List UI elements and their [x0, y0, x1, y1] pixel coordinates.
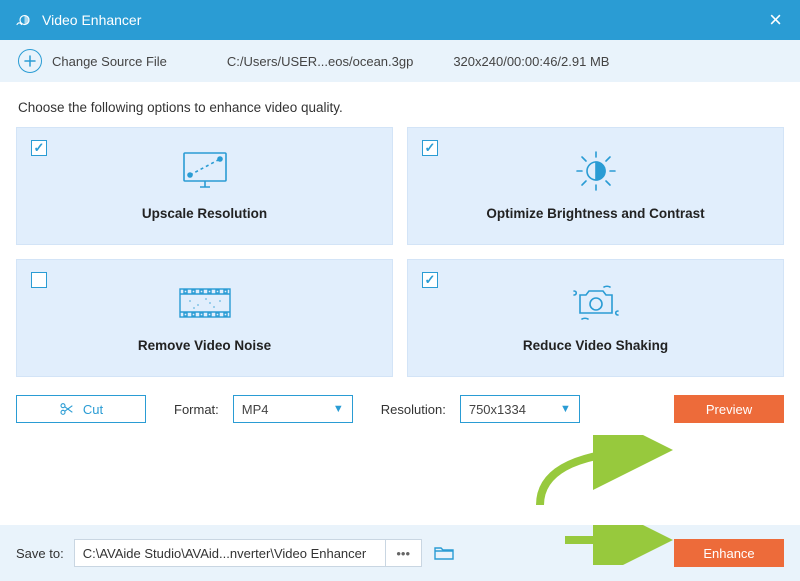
option-label: Optimize Brightness and Contrast: [486, 206, 704, 221]
scissors-icon: [59, 401, 75, 417]
cut-label: Cut: [83, 402, 103, 417]
format-value: MP4: [242, 402, 269, 417]
format-select[interactable]: MP4 ▼: [233, 395, 353, 423]
preview-button[interactable]: Preview: [674, 395, 784, 423]
save-to-label: Save to:: [16, 546, 64, 561]
option-label: Reduce Video Shaking: [523, 338, 668, 353]
resolution-value: 750x1334: [469, 402, 526, 417]
format-label: Format:: [174, 402, 219, 417]
cut-button[interactable]: Cut: [16, 395, 146, 423]
app-icon: [14, 11, 32, 29]
window-title: Video Enhancer: [42, 12, 765, 28]
chevron-down-icon: ▼: [560, 403, 571, 415]
filmstrip-icon: [176, 274, 234, 332]
titlebar: Video Enhancer ×: [0, 0, 800, 40]
save-path: C:\AVAide Studio\AVAid...nverter\Video E…: [75, 546, 385, 561]
checkbox-shaking[interactable]: [422, 272, 438, 288]
add-source-button[interactable]: [18, 49, 42, 73]
save-path-box: C:\AVAide Studio\AVAid...nverter\Video E…: [74, 539, 422, 567]
resolution-label: Resolution:: [381, 402, 446, 417]
option-label: Upscale Resolution: [142, 206, 267, 221]
controls-row: Cut Format: MP4 ▼ Resolution: 750x1334 ▼…: [0, 377, 800, 423]
chevron-down-icon: ▼: [333, 403, 344, 415]
option-remove-noise[interactable]: Remove Video Noise: [16, 259, 393, 377]
option-reduce-shaking[interactable]: Reduce Video Shaking: [407, 259, 784, 377]
footer-bar: Save to: C:\AVAide Studio\AVAid...nverte…: [0, 525, 800, 581]
checkbox-noise[interactable]: [31, 272, 47, 288]
enhance-button[interactable]: Enhance: [674, 539, 784, 567]
source-bar: Change Source File C:/Users/USER...eos/o…: [0, 40, 800, 82]
option-label: Remove Video Noise: [138, 338, 271, 353]
source-path: C:/Users/USER...eos/ocean.3gp: [227, 54, 413, 69]
browse-button[interactable]: •••: [385, 540, 421, 566]
options-grid: Upscale Resolution Optimize Brightness a…: [0, 127, 800, 377]
resolution-select[interactable]: 750x1334 ▼: [460, 395, 580, 423]
option-brightness-contrast[interactable]: Optimize Brightness and Contrast: [407, 127, 784, 245]
folder-icon: [434, 545, 454, 561]
source-meta: 320x240/00:00:46/2.91 MB: [453, 54, 609, 69]
instructions-text: Choose the following options to enhance …: [0, 82, 800, 127]
sun-icon: [571, 142, 621, 200]
camera-shake-icon: [568, 274, 624, 332]
option-upscale-resolution[interactable]: Upscale Resolution: [16, 127, 393, 245]
monitor-icon: [178, 142, 232, 200]
open-folder-button[interactable]: [432, 541, 456, 565]
change-source-link[interactable]: Change Source File: [52, 54, 167, 69]
close-icon[interactable]: ×: [765, 7, 786, 33]
checkbox-upscale[interactable]: [31, 140, 47, 156]
checkbox-brightness[interactable]: [422, 140, 438, 156]
